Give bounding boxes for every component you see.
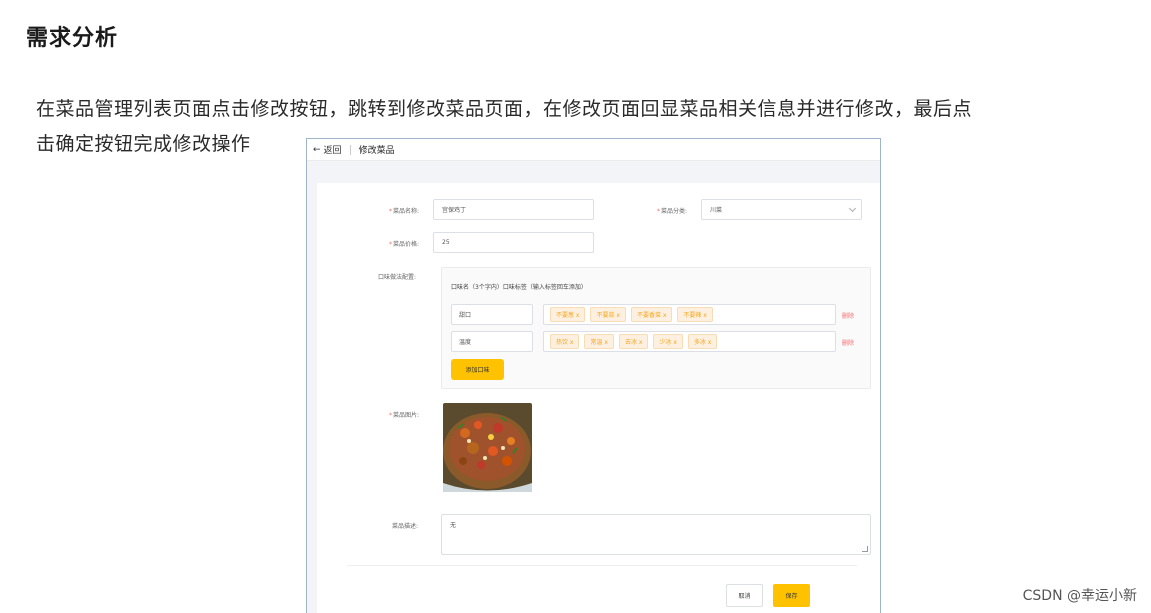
- topbar: ← 返回 修改菜品: [307, 139, 880, 161]
- dish-image[interactable]: [443, 403, 532, 492]
- name-label: *菜品名称:: [389, 208, 420, 215]
- delete-flavor-button[interactable]: 删除: [842, 311, 854, 320]
- description-textarea[interactable]: 无: [441, 514, 871, 555]
- flavor-tag[interactable]: 热饮 x: [550, 334, 580, 349]
- category-value: 川菜: [710, 207, 723, 214]
- footer-divider: [347, 565, 857, 566]
- page-title: 修改菜品: [358, 146, 395, 156]
- dish-photo-icon: [443, 403, 532, 492]
- delete-flavor-button[interactable]: 删除: [842, 338, 854, 347]
- flavor-tag[interactable]: 不要蒜 x: [590, 307, 626, 322]
- flavor-tag[interactable]: 去冰 x: [618, 334, 649, 349]
- flavor-tag[interactable]: 不要辣 x: [677, 307, 713, 322]
- cancel-button[interactable]: 取消: [726, 584, 763, 607]
- flavor-hint: 口味名（3个字内）口味标签（输入标签回车添加）: [451, 284, 587, 291]
- price-input[interactable]: 25: [433, 232, 594, 253]
- back-label: 返回: [323, 146, 342, 156]
- flavor-tag[interactable]: 少冰 x: [653, 334, 683, 349]
- watermark: CSDN @幸运小新: [1022, 588, 1137, 604]
- flavor-name-input[interactable]: 温度: [451, 331, 533, 352]
- back-link[interactable]: ← 返回: [313, 143, 342, 157]
- description-label: 菜品描述:: [392, 523, 419, 530]
- paragraph-line-1: 在菜品管理列表页面点击修改按钮，跳转到修改菜品页面，在修改页面回显菜品相关信息并…: [36, 98, 973, 120]
- topbar-divider: [349, 144, 351, 155]
- description-value: 无: [450, 522, 457, 529]
- chevron-down-icon: [848, 204, 857, 213]
- save-button[interactable]: 保存: [773, 584, 810, 607]
- resize-handle-icon[interactable]: [862, 546, 868, 552]
- flavor-config-panel: 口味名（3个字内）口味标签（输入标签回车添加） 甜口 不要葱 x 不要蒜 x 不…: [441, 267, 871, 389]
- flavor-tag[interactable]: 不要香菜 x: [630, 307, 673, 322]
- flavor-tag[interactable]: 不要葱 x: [550, 307, 586, 322]
- category-label: *菜品分类:: [657, 208, 688, 215]
- flavor-tag[interactable]: 常温 x: [584, 334, 614, 349]
- slide-heading: 需求分析: [26, 26, 119, 51]
- slide: 需求分析 在菜品管理列表页面点击修改按钮，跳转到修改菜品页面，在修改页面回显菜品…: [0, 0, 1151, 613]
- image-label: *菜品图片:: [389, 412, 420, 419]
- edit-dish-screenshot: ← 返回 修改菜品 *菜品名称: 宫保鸡丁 *菜品分类: 川菜 *菜品价格: 2…: [306, 138, 881, 613]
- flavor-tags-input[interactable]: 热饮 x 常温 x 去冰 x 少冰 x 多冰 x: [543, 331, 836, 352]
- flavor-name-input[interactable]: 甜口: [451, 304, 533, 325]
- flavor-tag[interactable]: 多冰 x: [687, 334, 718, 349]
- price-label: *菜品价格:: [389, 241, 420, 248]
- form-card: *菜品名称: 宫保鸡丁 *菜品分类: 川菜 *菜品价格: 25 口味做法配置: …: [317, 183, 880, 613]
- category-select[interactable]: 川菜: [701, 199, 862, 220]
- name-input[interactable]: 宫保鸡丁: [433, 199, 594, 220]
- arrow-left-icon: ←: [313, 144, 321, 155]
- flavor-tags-input[interactable]: 不要葱 x 不要蒜 x 不要香菜 x 不要辣 x: [543, 304, 836, 325]
- flavor-label: 口味做法配置:: [378, 274, 417, 281]
- add-flavor-button[interactable]: 添加口味: [451, 359, 504, 380]
